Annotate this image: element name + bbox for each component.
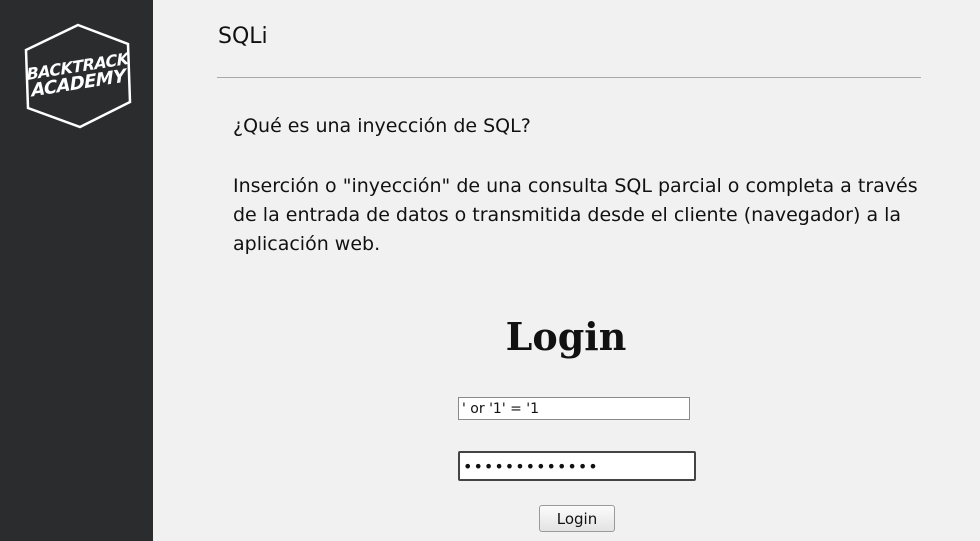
password-input[interactable] — [458, 451, 696, 481]
username-input[interactable] — [458, 397, 690, 420]
title-divider — [217, 77, 921, 78]
question-text: ¿Qué es una inyección de SQL? — [233, 115, 531, 137]
page-title: SQLi — [218, 24, 268, 49]
main-content: SQLi ¿Qué es una inyección de SQL? Inser… — [153, 0, 980, 541]
login-button[interactable]: Login — [539, 505, 615, 532]
sidebar: BACKTRACK ACADEMY — [0, 0, 153, 541]
login-heading: Login — [505, 314, 627, 359]
definition-text: Inserción o "inyección" de una consulta … — [233, 175, 918, 255]
backtrack-academy-logo: BACKTRACK ACADEMY — [20, 22, 136, 130]
